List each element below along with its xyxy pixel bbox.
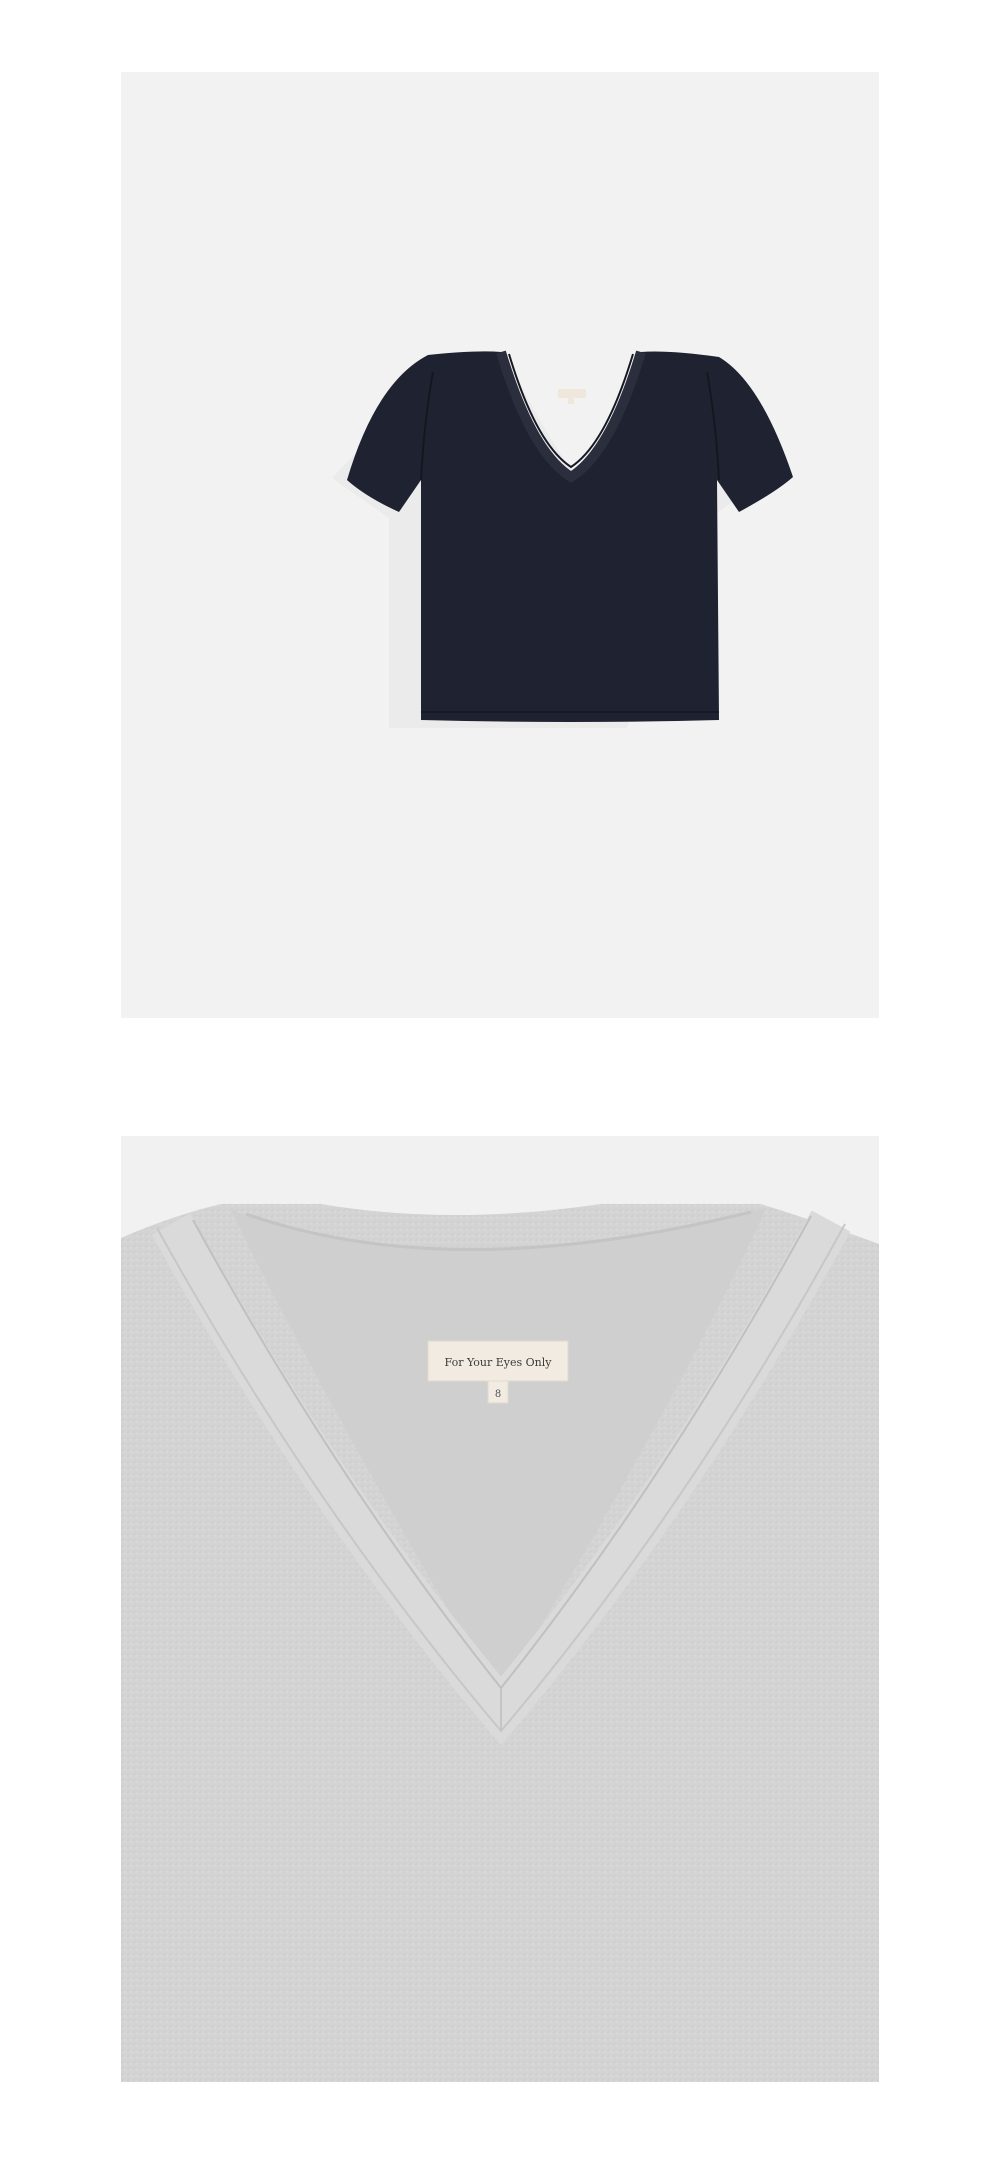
tshirt-front-illustration (121, 72, 879, 1018)
product-photo-front (121, 72, 879, 1018)
brand-label-text: For Your Eyes Only (445, 1356, 553, 1369)
inner-brand-label (558, 389, 586, 398)
size-label-text: 8 (495, 1389, 501, 1400)
neckline-closeup-illustration: For Your Eyes Only 8 (121, 1136, 879, 2082)
product-photo-neckline-detail: For Your Eyes Only 8 (121, 1136, 879, 2082)
product-detail-page: For Your Eyes Only 8 (0, 0, 1000, 2178)
